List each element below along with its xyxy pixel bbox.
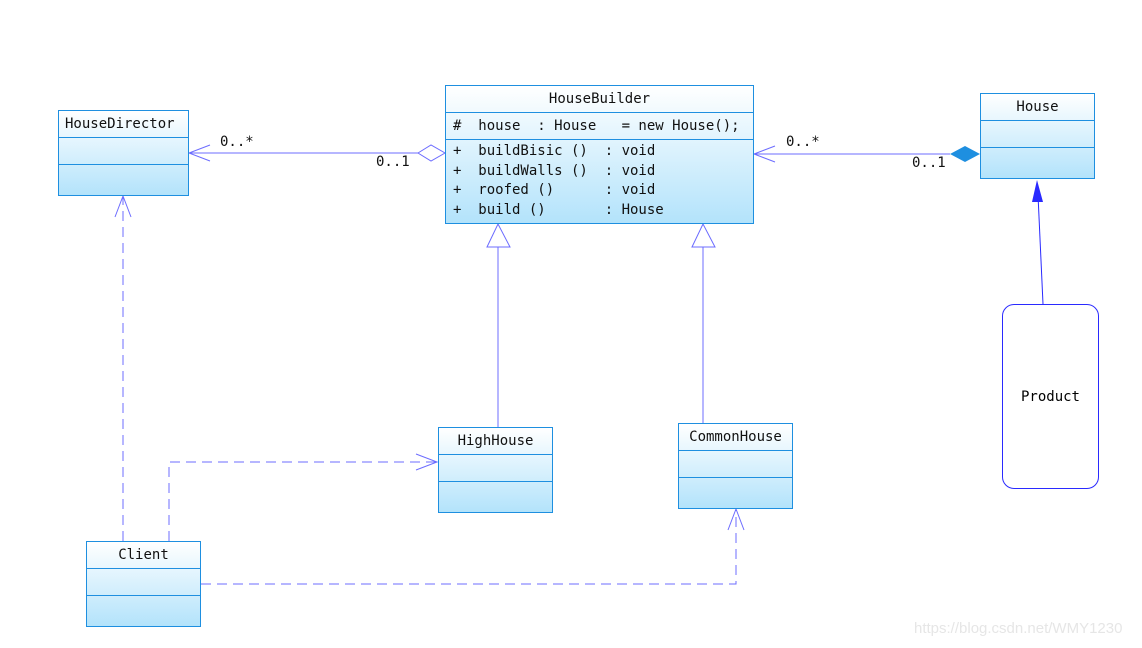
operation: + build () : House: [453, 201, 664, 218]
class-name: House: [981, 94, 1094, 121]
dependency-client-highhouse: [168, 461, 436, 541]
watermark: https://blog.csdn.net/WMY1230: [914, 620, 1123, 637]
filled-diamond-icon: [950, 146, 980, 162]
class-name: HouseBuilder: [446, 86, 753, 113]
class-house-builder[interactable]: HouseBuilder # house : House = new House…: [445, 85, 754, 224]
multiplicity-label: 0..*: [220, 134, 254, 150]
operation: + roofed () : void: [453, 182, 656, 198]
class-name: HouseDirector: [59, 111, 188, 138]
multiplicity-label: 0..*: [786, 134, 820, 150]
hollow-diamond-icon: [417, 144, 447, 162]
class-house[interactable]: House: [980, 93, 1095, 179]
class-common-house[interactable]: CommonHouse: [678, 423, 793, 509]
class-name: Client: [87, 542, 200, 569]
multiplicity-label: 0..1: [376, 154, 410, 170]
class-high-house[interactable]: HighHouse: [438, 427, 553, 513]
attributes-section: [981, 121, 1094, 148]
actor-product[interactable]: Product: [1002, 304, 1099, 489]
multiplicity-label: 0..1: [912, 155, 946, 171]
hollow-triangle-icon: [691, 222, 716, 248]
operations-section: [679, 478, 792, 504]
class-name: HighHouse: [439, 428, 552, 455]
product-association-line: [1037, 194, 1044, 305]
class-name: CommonHouse: [679, 424, 792, 451]
dependency-client-commonhouse: [201, 510, 737, 585]
operation: + buildBisic () : void: [453, 143, 656, 159]
attributes-section: [679, 451, 792, 478]
filled-arrow-icon: [1032, 180, 1043, 202]
operation: + buildWalls () : void: [453, 162, 656, 179]
operations-section: [439, 482, 552, 508]
attribute-house: # house : House = new House();: [453, 118, 740, 134]
attributes-section: [59, 138, 188, 165]
operations-section: [981, 148, 1094, 174]
operations-section: [59, 165, 188, 191]
hollow-triangle-icon: [486, 222, 511, 248]
attributes-section: [87, 569, 200, 596]
attributes-section: [439, 455, 552, 482]
class-client[interactable]: Client: [86, 541, 201, 627]
operations-section: [87, 596, 200, 622]
product-label: Product: [1020, 388, 1080, 405]
class-house-director[interactable]: HouseDirector: [58, 110, 189, 196]
